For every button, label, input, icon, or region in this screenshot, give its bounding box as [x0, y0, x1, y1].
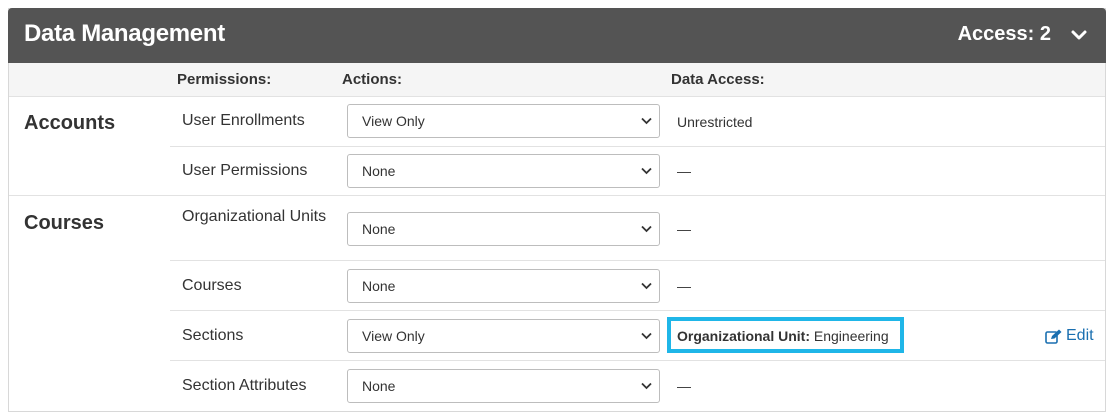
- edit-icon: [1045, 329, 1062, 344]
- action-select-section-attributes[interactable]: None: [347, 369, 660, 403]
- data-access-unit: Engineering: [813, 328, 889, 344]
- chevron-down-icon: [641, 282, 652, 290]
- permission-label: Courses: [182, 277, 242, 294]
- permissions-column-header: Permissions:: [177, 71, 272, 88]
- action-select-user-enrollments[interactable]: View Only: [347, 104, 660, 138]
- column-headers: Permissions: Actions: Data Access:: [9, 63, 1105, 97]
- chevron-down-icon: [641, 225, 652, 233]
- permission-label: Sections: [182, 327, 244, 344]
- empty-access-dash: [677, 287, 691, 288]
- action-select-courses[interactable]: None: [347, 269, 660, 303]
- permission-label: User Permissions: [182, 162, 308, 179]
- row-divider: [170, 260, 1105, 261]
- empty-access-dash: [677, 387, 691, 388]
- select-value: None: [362, 221, 396, 237]
- row-divider: [170, 310, 1105, 311]
- select-value: None: [362, 378, 396, 394]
- select-value: View Only: [362, 113, 425, 129]
- permission-label: Section Attributes: [182, 377, 307, 394]
- data-access-label: Organizational Unit:: [677, 328, 810, 344]
- panel-header[interactable]: Data Management Access: 2: [8, 8, 1106, 63]
- panel-title: Data Management: [24, 20, 225, 47]
- empty-access-dash: [677, 172, 691, 173]
- chevron-down-icon: [641, 117, 652, 125]
- chevron-down-icon: [641, 382, 652, 390]
- action-select-user-permissions[interactable]: None: [347, 154, 660, 188]
- action-select-organizational-units[interactable]: None: [347, 212, 660, 246]
- group-label-courses: Courses: [24, 212, 105, 234]
- row-divider: [170, 146, 1105, 147]
- chevron-down-icon[interactable]: [1070, 28, 1088, 42]
- data-access-column-header: Data Access:: [671, 71, 765, 88]
- empty-access-dash: [677, 230, 691, 231]
- permission-label: Organizational Units: [182, 208, 327, 225]
- select-value: View Only: [362, 328, 425, 344]
- permission-label: User Enrollments: [182, 112, 305, 129]
- edit-label: Edit: [1066, 327, 1094, 344]
- data-access-value: Unrestricted: [677, 114, 753, 130]
- data-management-panel: Data Management Access: 2 Permissions: A…: [8, 8, 1106, 412]
- actions-column-header: Actions:: [342, 71, 402, 88]
- group-divider: [9, 195, 1105, 196]
- select-value: None: [362, 163, 396, 179]
- edit-link[interactable]: Edit: [1045, 327, 1094, 345]
- data-access-value: Organizational Unit: Engineering: [677, 328, 889, 344]
- access-count: Access: 2: [957, 23, 1051, 45]
- action-select-sections[interactable]: View Only: [347, 319, 660, 353]
- row-divider: [170, 360, 1105, 361]
- chevron-down-icon: [641, 167, 652, 175]
- highlighted-data-access: Organizational Unit: Engineering: [667, 317, 904, 353]
- group-label-accounts: Accounts: [24, 112, 116, 134]
- chevron-down-icon: [641, 332, 652, 340]
- select-value: None: [362, 278, 396, 294]
